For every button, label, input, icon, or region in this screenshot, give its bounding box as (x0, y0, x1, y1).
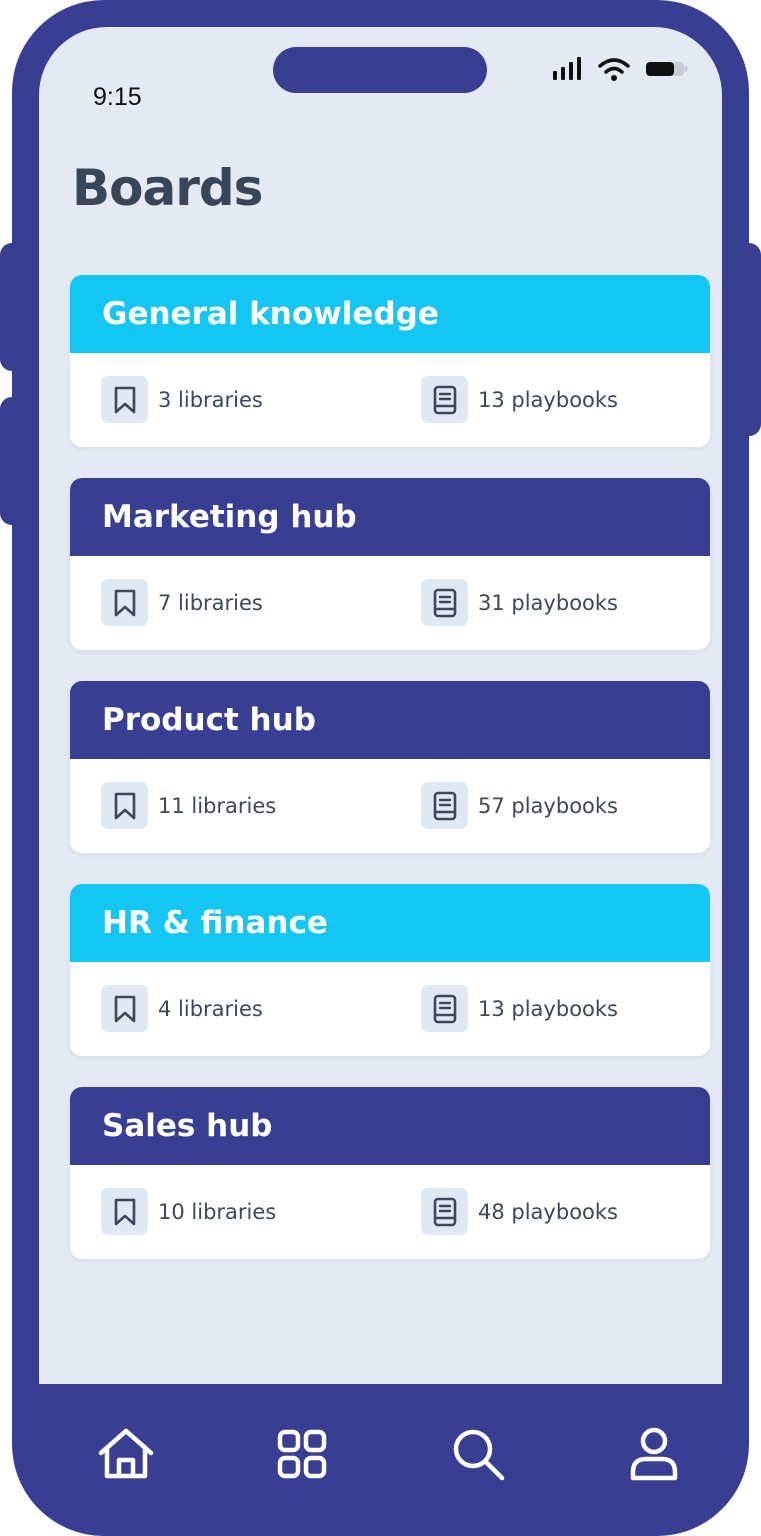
bottom-nav (12, 1384, 749, 1536)
nav-boards[interactable] (270, 1422, 334, 1486)
libraries-label: 7 libraries (158, 590, 263, 615)
board-header: Product hub (70, 681, 710, 759)
board-card[interactable]: General knowledge 3 libraries 13 playboo… (70, 275, 710, 447)
board-title: HR & finance (102, 905, 328, 941)
dynamic-island (273, 47, 487, 93)
book-icon (433, 588, 456, 617)
boards-list: General knowledge 3 libraries 13 playboo… (70, 275, 710, 1290)
playbooks-label: 13 playbooks (478, 996, 618, 1021)
libraries-count: 11 libraries (101, 782, 276, 829)
board-title: Sales hub (102, 1108, 273, 1144)
grid-icon (277, 1429, 327, 1479)
bookmark-icon (114, 995, 135, 1022)
playbooks-label: 31 playbooks (478, 590, 618, 615)
bookmark-icon (114, 589, 135, 616)
screen: 9:15 Boards General knowledge 3 librarie… (39, 27, 722, 1384)
bookmark-icon (114, 386, 135, 413)
board-title: Product hub (102, 702, 316, 738)
nav-profile[interactable] (622, 1422, 686, 1486)
playbooks-label: 48 playbooks (478, 1199, 618, 1224)
book-icon (433, 994, 456, 1023)
home-icon (98, 1428, 154, 1479)
board-header: HR & finance (70, 884, 710, 962)
nav-search[interactable] (446, 1422, 510, 1486)
libraries-count: 4 libraries (101, 985, 263, 1032)
signal-icon (553, 57, 581, 80)
profile-icon (630, 1427, 678, 1481)
playbooks-count: 13 playbooks (421, 985, 618, 1032)
book-icon (433, 791, 456, 820)
playbooks-label: 13 playbooks (478, 387, 618, 412)
libraries-label: 10 libraries (158, 1199, 277, 1224)
libraries-label: 4 libraries (158, 996, 263, 1021)
board-title: Marketing hub (102, 499, 357, 535)
board-title: General knowledge (102, 296, 439, 332)
phone-frame: 9:15 Boards General knowledge 3 librarie… (12, 0, 749, 1536)
playbooks-count: 13 playbooks (421, 376, 618, 423)
search-icon (453, 1429, 505, 1481)
wifi-icon (598, 58, 630, 81)
status-icons (552, 57, 688, 81)
board-card[interactable]: HR & finance 4 libraries 13 playbooks (70, 884, 710, 1056)
board-header: Sales hub (70, 1087, 710, 1165)
board-header: Marketing hub (70, 478, 710, 556)
bookmark-icon (114, 792, 135, 819)
playbooks-count: 31 playbooks (421, 579, 618, 626)
libraries-count: 10 libraries (101, 1188, 276, 1235)
board-card[interactable]: Marketing hub 7 libraries 31 playbooks (70, 478, 710, 650)
libraries-count: 3 libraries (101, 376, 263, 423)
page-title: Boards (72, 159, 263, 217)
playbooks-count: 48 playbooks (421, 1188, 618, 1235)
board-header: General knowledge (70, 275, 710, 353)
book-icon (433, 385, 456, 414)
libraries-count: 7 libraries (101, 579, 263, 626)
board-card[interactable]: Product hub 11 libraries 57 playbooks (70, 681, 710, 853)
battery-icon (646, 62, 688, 76)
board-card[interactable]: Sales hub 10 libraries 48 playbooks (70, 1087, 710, 1259)
playbooks-label: 57 playbooks (478, 793, 618, 818)
nav-home[interactable] (94, 1422, 158, 1486)
book-icon (433, 1197, 456, 1226)
status-time: 9:15 (93, 83, 142, 111)
libraries-label: 3 libraries (158, 387, 263, 412)
libraries-label: 11 libraries (158, 793, 277, 818)
playbooks-count: 57 playbooks (421, 782, 618, 829)
bookmark-icon (114, 1198, 135, 1225)
